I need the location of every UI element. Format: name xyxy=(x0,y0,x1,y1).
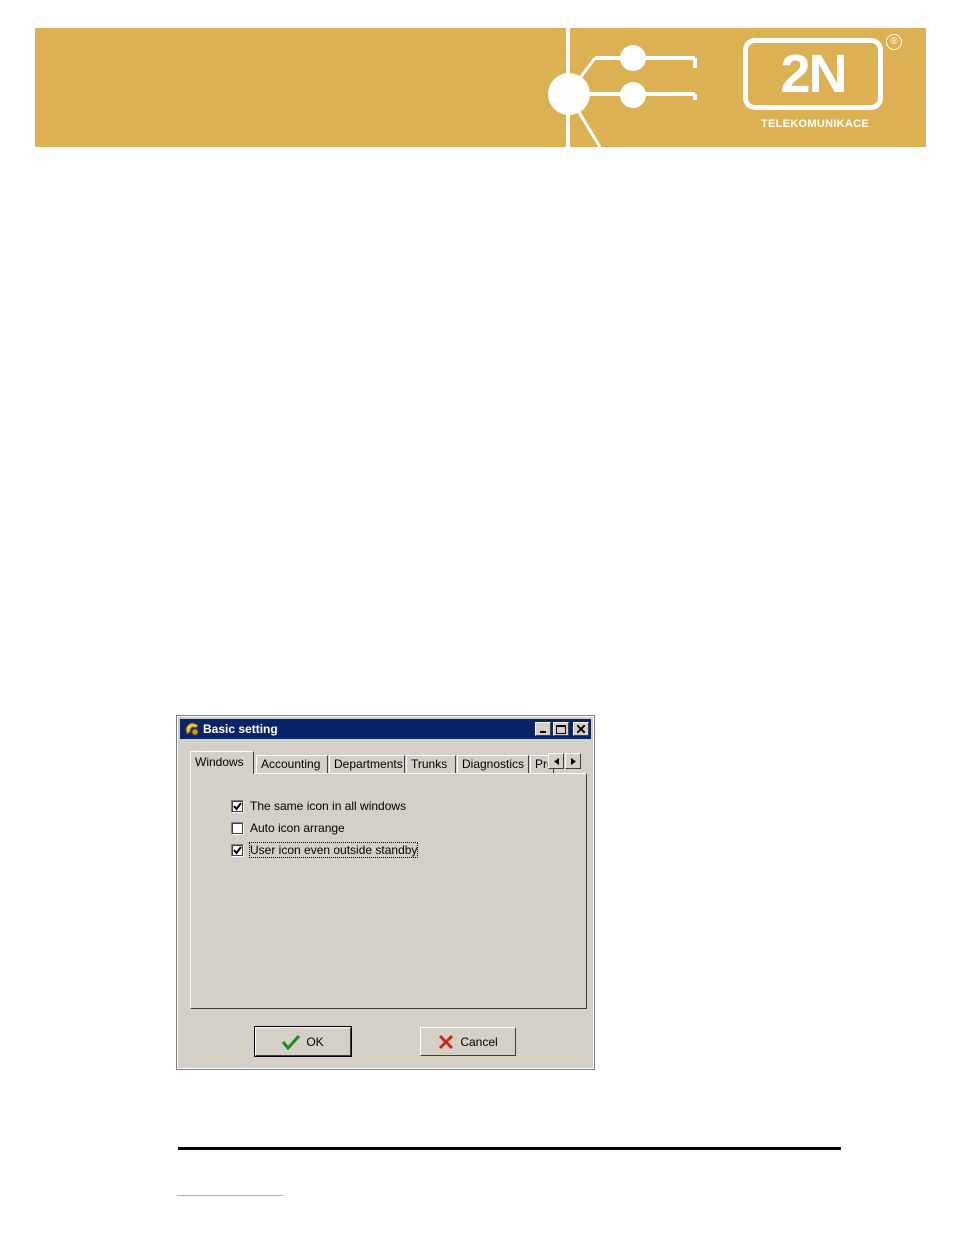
registered-mark: ® xyxy=(886,34,902,50)
brand-tagline: TELEKOMUNIKACE xyxy=(760,118,870,130)
option-same-icon[interactable]: The same icon in all windows xyxy=(231,799,406,813)
minimize-button[interactable] xyxy=(535,722,551,736)
maximize-icon xyxy=(556,724,566,734)
cancel-x-icon xyxy=(439,1034,454,1049)
same-icon-label: The same icon in all windows xyxy=(250,799,407,813)
phone-handset-icon xyxy=(185,722,199,736)
maximize-button[interactable] xyxy=(553,722,569,736)
header-banner: 2N ® TELEKOMUNIKACE xyxy=(35,28,926,147)
auto-arrange-checkbox[interactable] xyxy=(231,821,244,835)
ok-label: OK xyxy=(306,1034,324,1049)
tab-scroll-right-button[interactable] xyxy=(565,753,581,769)
minimize-icon xyxy=(540,731,546,733)
same-icon-checkbox[interactable] xyxy=(231,799,244,813)
tab-scroll-left-button[interactable] xyxy=(548,753,564,769)
ok-button[interactable]: OK xyxy=(254,1026,352,1057)
close-icon xyxy=(577,725,585,733)
checkmark-icon xyxy=(233,845,242,855)
cancel-label: Cancel xyxy=(460,1034,498,1049)
tab-departments[interactable]: Departments xyxy=(329,755,405,773)
cancel-button[interactable]: Cancel xyxy=(420,1027,516,1056)
option-auto-arrange[interactable]: Auto icon arrange xyxy=(231,821,345,835)
arrow-right-icon xyxy=(570,757,576,765)
window-title: Basic setting xyxy=(203,722,278,736)
basic-setting-dialog: Basic setting Windows Accounting Departm… xyxy=(176,715,595,1070)
option-user-icon[interactable]: User icon even outside standby xyxy=(231,842,419,858)
brand-logo: 2N xyxy=(743,38,883,110)
user-icon-label: User icon even outside standby xyxy=(248,842,419,858)
tab-windows[interactable]: Windows xyxy=(190,751,254,774)
user-icon-checkbox[interactable] xyxy=(231,843,244,857)
checkmark-icon xyxy=(233,801,242,811)
arrow-left-icon xyxy=(553,757,559,765)
windows-tab-panel: The same icon in all windows Auto icon a… xyxy=(190,773,587,1009)
tab-trunks[interactable]: Trunks xyxy=(406,755,456,773)
auto-arrange-label: Auto icon arrange xyxy=(250,821,345,835)
brand-logo-text: 2N xyxy=(780,44,847,104)
title-bar[interactable]: Basic setting xyxy=(180,719,591,739)
tab-diagnostics[interactable]: Diagnostics xyxy=(457,755,529,773)
footer-divider xyxy=(178,1147,841,1150)
checkmark-icon xyxy=(282,1034,301,1050)
footer-link-underline[interactable] xyxy=(177,1195,283,1196)
close-button[interactable] xyxy=(573,722,589,736)
tab-accounting[interactable]: Accounting xyxy=(256,755,328,773)
